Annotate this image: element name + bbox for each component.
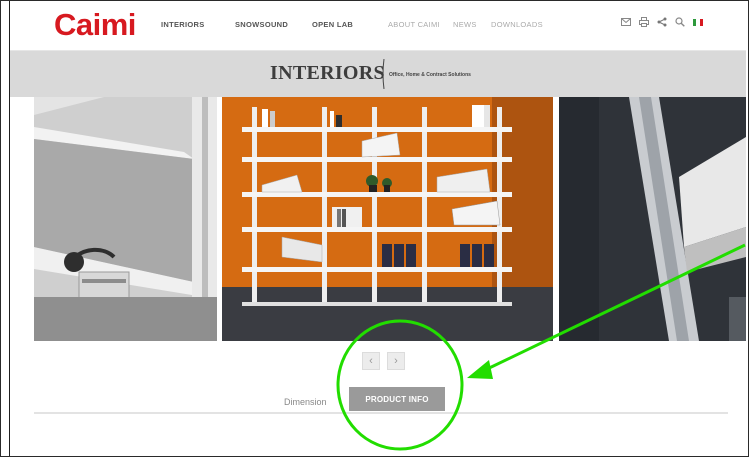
tab-dimensions[interactable]: Dimension — [284, 397, 327, 407]
share-icon[interactable] — [657, 16, 667, 28]
bookcase-product-image — [222, 97, 553, 341]
site-header: Caimi INTERIORS SNOWSOUND OPEN LAB ABOUT… — [10, 1, 746, 51]
carousel-slide-active[interactable] — [222, 97, 553, 341]
nav-snowsound[interactable]: SNOWSOUND — [235, 20, 288, 29]
nav-news[interactable]: NEWS — [453, 20, 477, 29]
carousel-controls: ‹ › — [362, 352, 405, 370]
pointer-arrowhead — [467, 360, 493, 379]
section-banner: INTERIORS Office, Home & Contract Soluti… — [10, 51, 746, 97]
printer-icon[interactable] — [639, 16, 649, 28]
carousel-slide-next[interactable] — [559, 97, 746, 341]
nav-downloads[interactable]: DOWNLOADS — [491, 20, 543, 29]
tab-divider — [34, 412, 728, 414]
section-title: INTERIORS — [270, 62, 385, 84]
nav-interiors[interactable]: INTERIORS — [161, 20, 205, 29]
search-icon[interactable] — [675, 16, 685, 28]
carousel-prev-button[interactable]: ‹ — [362, 352, 380, 370]
shelf-detail-image — [34, 97, 217, 341]
browser-frame: Caimi INTERIORS SNOWSOUND OPEN LAB ABOUT… — [0, 0, 749, 457]
envelope-icon[interactable] — [621, 16, 631, 28]
carousel-next-button[interactable]: › — [387, 352, 405, 370]
header-tools — [621, 16, 703, 28]
caimi-logo[interactable]: Caimi — [54, 7, 136, 43]
nav-about-caimi[interactable]: ABOUT CAIMI — [388, 20, 440, 29]
banner-divider-icon — [382, 59, 385, 89]
shelf-bracket-image — [559, 97, 746, 341]
carousel-slide-prev[interactable] — [34, 97, 217, 341]
italian-flag-icon[interactable] — [693, 16, 703, 28]
tab-product-info[interactable]: PRODUCT INFO — [349, 387, 445, 411]
nav-open-lab[interactable]: OPEN LAB — [312, 20, 353, 29]
section-subtitle: Office, Home & Contract Solutions — [389, 72, 471, 78]
